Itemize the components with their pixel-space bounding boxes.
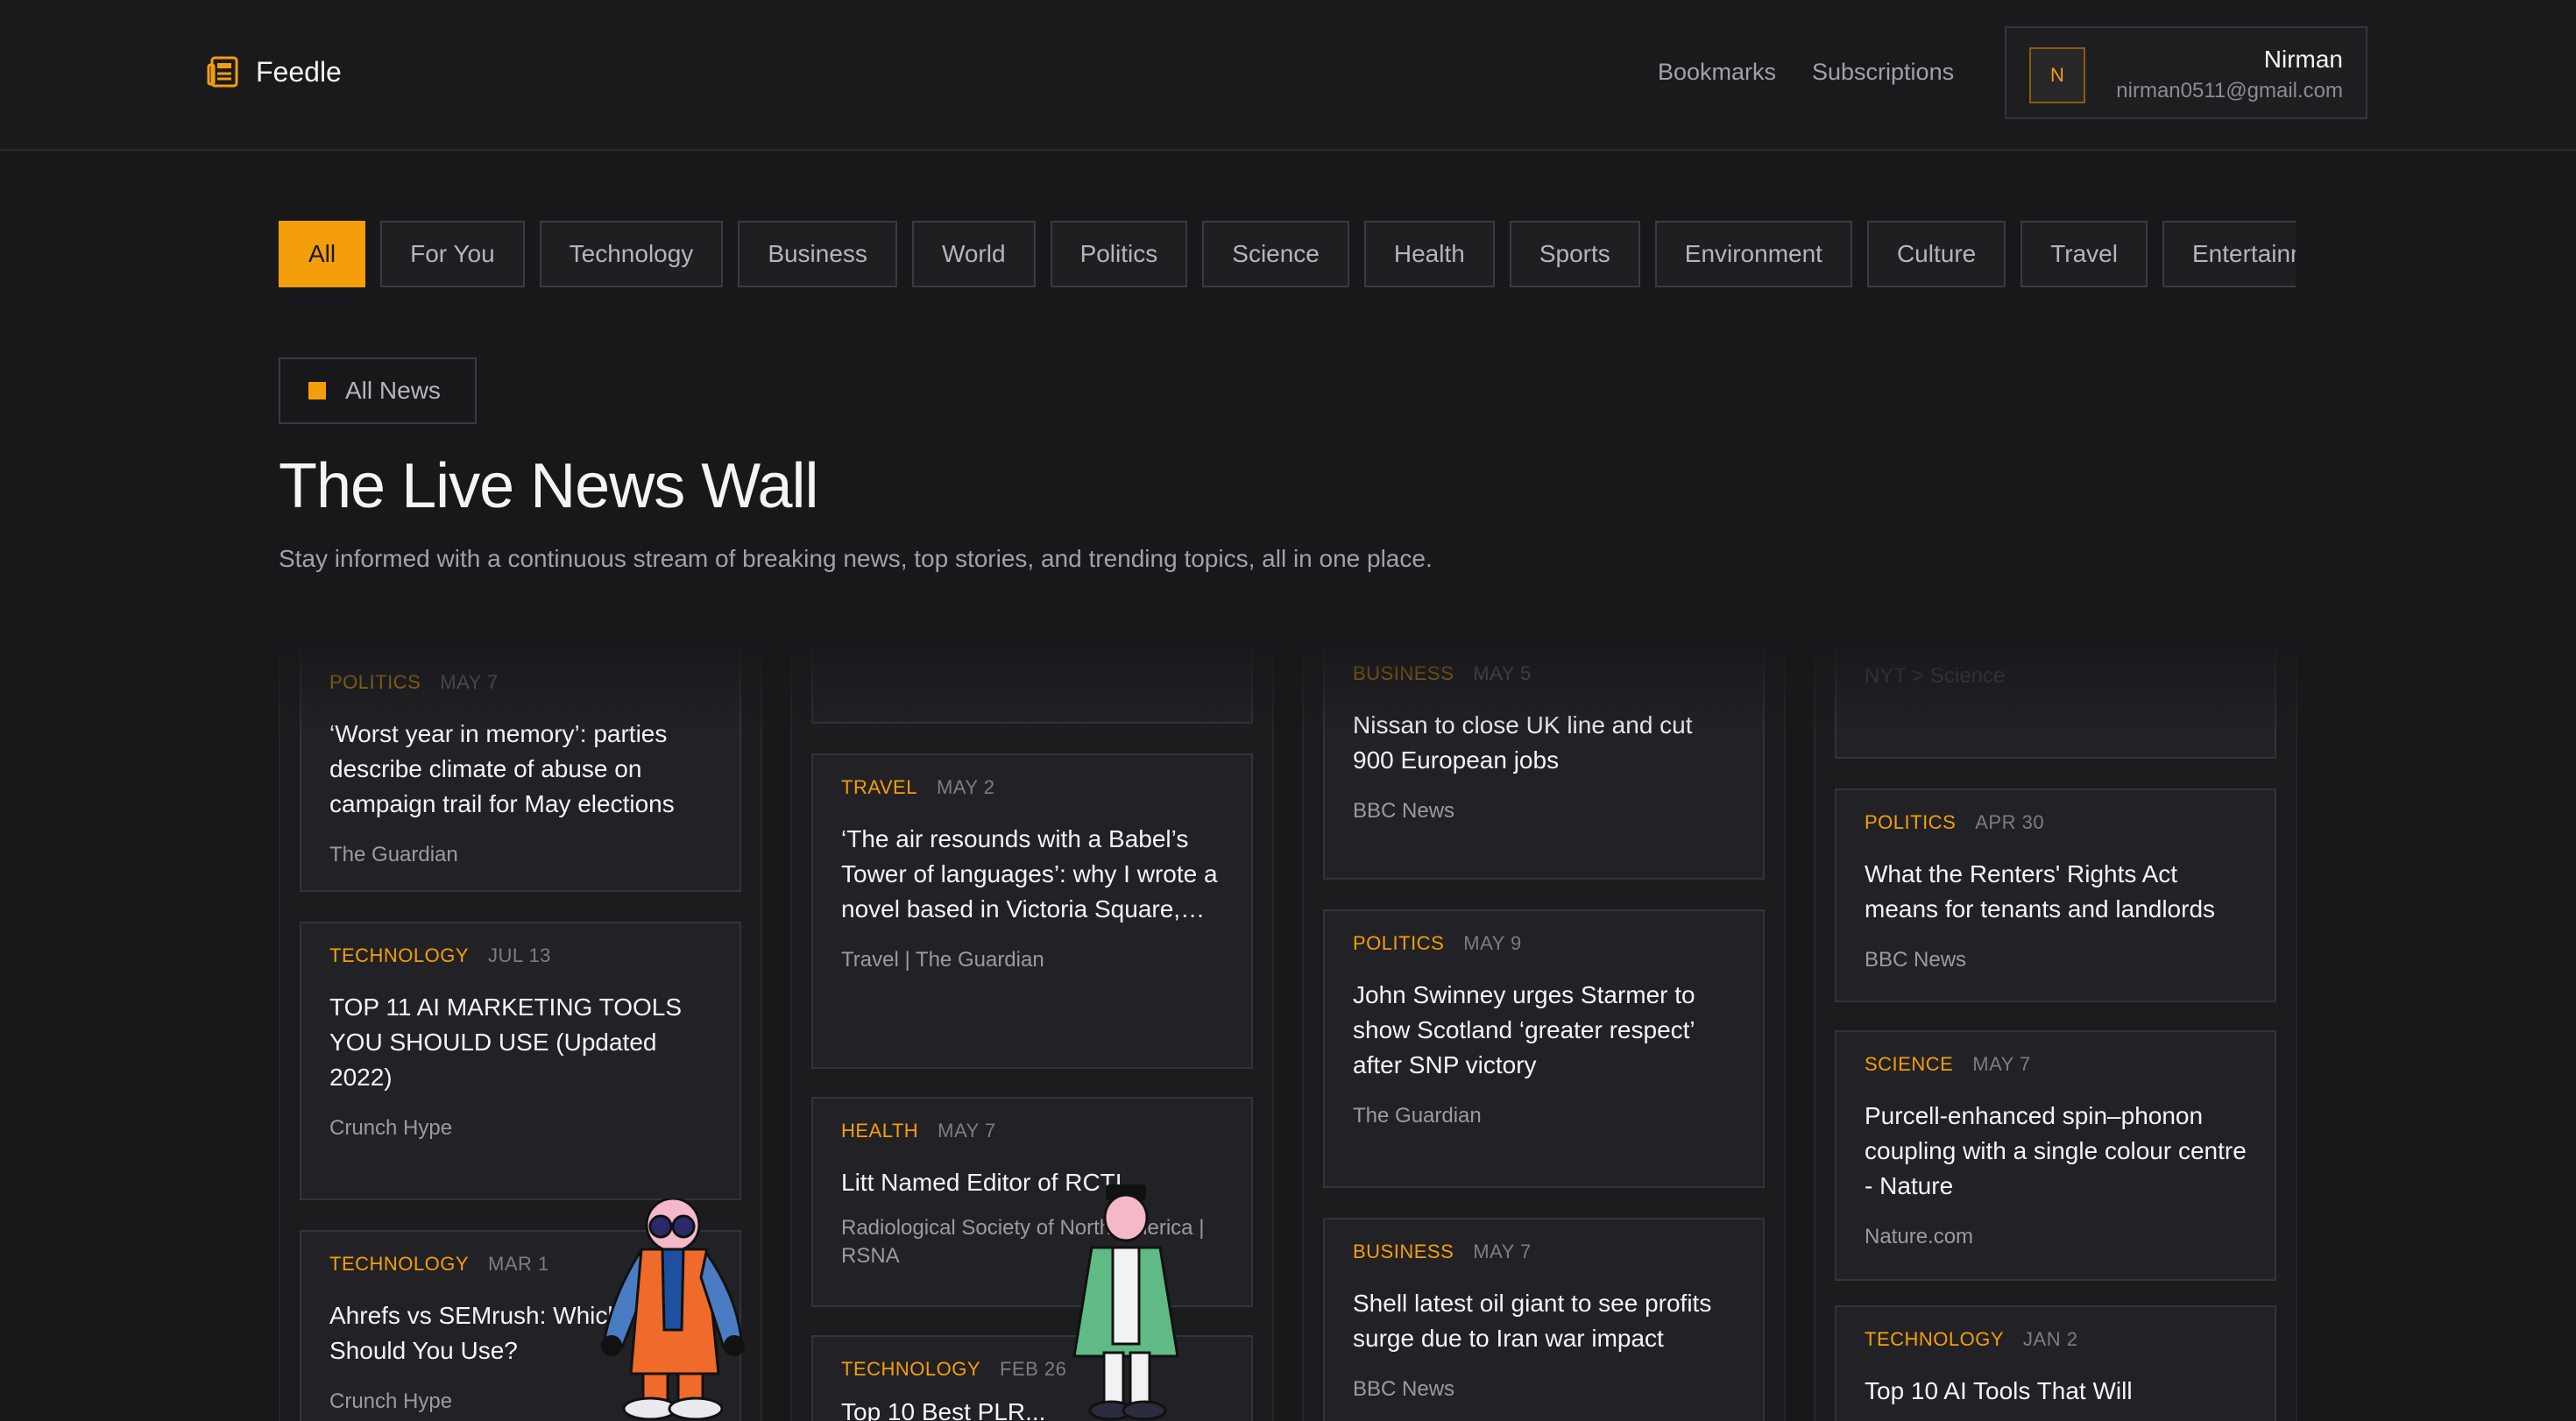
bookmarks-link[interactable]: Bookmarks	[1658, 59, 1776, 86]
card-date: MAY 7	[938, 1120, 996, 1142]
all-news-filter[interactable]: All News	[279, 357, 477, 424]
subscriptions-link[interactable]: Subscriptions	[1812, 59, 1954, 86]
card-date: MAY 7	[440, 671, 499, 693]
card-headline: Shell latest oil giant to see profits su…	[1353, 1290, 1712, 1352]
news-card[interactable]: POLITICS APR 30 What the Renters' Rights …	[1835, 788, 2276, 1002]
card-source: Crunch Hype	[329, 1116, 453, 1140]
card-headline: Top 10 AI Tools That Will	[1865, 1377, 2133, 1404]
card-category: POLITICS	[1353, 932, 1445, 954]
tab-science[interactable]: Science	[1202, 221, 1349, 287]
card-source: BBC News	[1353, 799, 1455, 823]
user-profile-button[interactable]: N Nirman nirman0511@gmail.com	[2005, 26, 2367, 119]
tab-all[interactable]: All	[279, 221, 366, 287]
category-tabs: All For You Technology Business World Po…	[279, 221, 2296, 287]
person-illustration	[1072, 1184, 1179, 1421]
news-card[interactable]: NYT > Science	[1835, 638, 2276, 759]
card-headline: TOP 11 AI MARKETING TOOLS YOU SHOULD USE…	[329, 993, 682, 1091]
card-date: MAR 1	[488, 1253, 549, 1275]
card-headline: ‘Worst year in memory’: parties describe…	[329, 720, 675, 817]
card-date: MAY 9	[1463, 932, 1522, 954]
card-headline: Purcell-enhanced spin–phonon coupling wi…	[1865, 1102, 2247, 1199]
news-card[interactable]: TECHNOLOGY JAN 2 Top 10 AI Tools That Wil…	[1835, 1305, 2276, 1421]
user-name: Nirman	[2263, 46, 2343, 73]
card-headline: ‘The air resounds with a Babel’s Tower o…	[841, 825, 1218, 923]
card-source: BBC News	[1865, 948, 1967, 972]
page-subtitle: Stay informed with a continuous stream o…	[279, 545, 1433, 572]
tab-technology[interactable]: Technology	[539, 221, 724, 287]
news-card[interactable]: TECHNOLOGY JUL 13 TOP 11 AI MARKETING TOO…	[300, 922, 741, 1200]
news-card[interactable]: BUSINESS MAY 5 Nissan to close UK line an…	[1323, 638, 1765, 880]
card-date: JUL 13	[488, 944, 551, 966]
card-category: TECHNOLOGY	[1865, 1328, 2005, 1350]
card-headline: What the Renters' Rights Act means for t…	[1865, 860, 2216, 923]
card-source: Nature.com	[1865, 1225, 1974, 1248]
tab-health[interactable]: Health	[1363, 221, 1495, 287]
tab-business[interactable]: Business	[738, 221, 897, 287]
news-card[interactable]: TRAVEL MAY 2 ‘The air resounds with a Bab…	[811, 753, 1253, 1069]
tab-world[interactable]: World	[911, 221, 1036, 287]
card-date: MAY 5	[1473, 662, 1532, 684]
page-title: The Live News Wall	[279, 451, 819, 521]
card-headline: Nissan to close UK line and cut 900 Euro…	[1353, 711, 1693, 774]
user-email: nirman0511@gmail.com	[2116, 79, 2343, 103]
card-category: SCIENCE	[1865, 1053, 1954, 1075]
card-date: MAY 7	[1972, 1053, 2031, 1075]
card-source: The Guardian	[329, 843, 458, 866]
card-category: TECHNOLOGY	[841, 1358, 981, 1380]
card-category: BUSINESS	[1353, 662, 1454, 684]
card-date: MAY 2	[936, 776, 995, 798]
news-column: BUSINESS MAY 5 Nissan to close UK line an…	[1302, 638, 1786, 1421]
card-source: Travel | The Guardian	[841, 948, 1044, 972]
tab-culture[interactable]: Culture	[1866, 221, 2006, 287]
tab-politics[interactable]: Politics	[1050, 221, 1188, 287]
top-navbar: Feedle Bookmarks Subscriptions N Nirman …	[0, 0, 2576, 151]
card-date: APR 30	[1975, 811, 2045, 833]
square-icon	[308, 382, 326, 399]
card-category: TECHNOLOGY	[329, 1253, 470, 1275]
news-card[interactable]	[811, 638, 1253, 724]
card-date: JAN 2	[2023, 1328, 2078, 1350]
person-illustration	[601, 1198, 745, 1421]
news-wall: POLITICS MAY 7 ‘Worst year in memory’: pa…	[279, 638, 2297, 1421]
news-card[interactable]: BUSINESS MAY 7 Shell latest oil giant to …	[1323, 1218, 1765, 1421]
news-column: NYT > Science POLITICS APR 30 What the Re…	[1814, 638, 2297, 1421]
card-category: BUSINESS	[1353, 1241, 1454, 1262]
filter-label: All News	[345, 377, 441, 404]
news-card[interactable]: POLITICS MAY 7 ‘Worst year in memory’: pa…	[300, 638, 741, 892]
newspaper-icon	[207, 56, 238, 88]
tab-travel[interactable]: Travel	[2020, 221, 2148, 287]
card-category: TECHNOLOGY	[329, 944, 470, 966]
tab-sports[interactable]: Sports	[1509, 221, 1640, 287]
avatar: N	[2029, 47, 2085, 103]
news-card[interactable]: SCIENCE MAY 7 Purcell-enhanced spin–phono…	[1835, 1030, 2276, 1281]
app-name: Feedle	[256, 55, 342, 88]
tab-entertainment[interactable]: Entertainment	[2162, 221, 2296, 287]
card-source: The Guardian	[1353, 1104, 1482, 1128]
card-category: HEALTH	[841, 1120, 919, 1142]
brand-logo[interactable]: Feedle	[207, 54, 342, 89]
news-card[interactable]: POLITICS MAY 9 John Swinney urges Starmer…	[1323, 909, 1765, 1188]
card-category: POLITICS	[329, 671, 421, 693]
card-category: TRAVEL	[841, 776, 917, 798]
card-source: BBC News	[1353, 1377, 1455, 1401]
card-headline: John Swinney urges Starmer to show Scotl…	[1353, 981, 1695, 1078]
card-date: MAY 7	[1473, 1241, 1532, 1262]
tab-for-you[interactable]: For You	[380, 221, 525, 287]
tab-environment[interactable]: Environment	[1654, 221, 1852, 287]
card-category: POLITICS	[1865, 811, 1957, 833]
card-source: NYT > Science	[1865, 664, 2006, 688]
